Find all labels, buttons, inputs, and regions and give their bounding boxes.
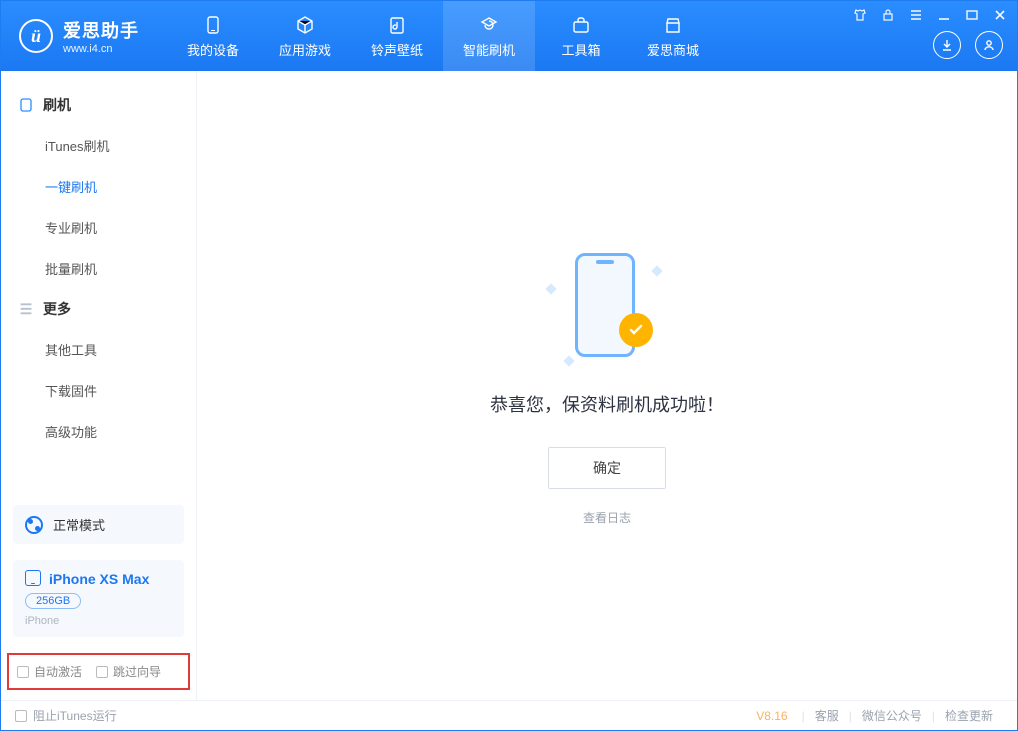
- store-icon: [662, 14, 684, 36]
- tab-label: 应用游戏: [279, 40, 331, 59]
- checkbox-label: 跳过向导: [113, 663, 161, 680]
- main-panel: 恭喜您，保资料刷机成功啦！ 确定 查看日志: [197, 71, 1017, 700]
- status-bar: 阻止iTunes运行 V8.16 | 客服 | 微信公众号 | 检查更新: [1, 700, 1017, 730]
- tab-store[interactable]: 爱思商城: [627, 1, 719, 71]
- footer-link-update[interactable]: 检查更新: [935, 707, 1003, 724]
- footer-link-support[interactable]: 客服: [805, 707, 849, 724]
- tab-ringtones[interactable]: 铃声壁纸: [351, 1, 443, 71]
- check-badge-icon: [619, 313, 653, 347]
- checkbox-auto-activate[interactable]: 自动激活: [17, 663, 82, 680]
- tab-label: 我的设备: [187, 40, 239, 59]
- toolbox-icon: [570, 14, 592, 36]
- group-title: 刷机: [43, 95, 71, 115]
- logo: ü 爱思助手 www.i4.cn: [1, 17, 157, 55]
- tab-toolbox[interactable]: 工具箱: [535, 1, 627, 71]
- sidebar: 刷机 iTunes刷机 一键刷机 专业刷机 批量刷机 ☰ 更多 其他工具 下载固…: [1, 71, 197, 700]
- tab-smart-flash[interactable]: 智能刷机: [443, 1, 535, 71]
- minimize-button[interactable]: [935, 7, 953, 23]
- version-label: V8.16: [756, 709, 787, 723]
- sidebar-group-more: ☰ 更多: [1, 289, 196, 329]
- device-type: iPhone: [25, 615, 172, 627]
- footer-link-wechat[interactable]: 微信公众号: [852, 707, 932, 724]
- checkbox-label: 自动激活: [34, 663, 82, 680]
- system-buttons: [851, 7, 1009, 23]
- sidebar-item-oneclick-flash[interactable]: 一键刷机: [1, 166, 196, 207]
- menu-icon[interactable]: [907, 7, 925, 23]
- user-button[interactable]: [975, 31, 1003, 59]
- device-capacity: 256GB: [25, 593, 81, 609]
- sidebar-item-advanced[interactable]: 高级功能: [1, 411, 196, 452]
- device-card[interactable]: iPhone XS Max 256GB iPhone: [13, 560, 184, 637]
- tab-label: 工具箱: [561, 40, 600, 59]
- checkbox-skip-guide[interactable]: 跳过向导: [96, 663, 161, 680]
- ok-button[interactable]: 确定: [548, 447, 666, 489]
- success-message: 恭喜您，保资料刷机成功啦！: [490, 391, 724, 417]
- phone-icon: [19, 98, 33, 112]
- list-icon: ☰: [19, 301, 33, 318]
- shirt-icon[interactable]: [851, 7, 869, 23]
- group-title: 更多: [43, 299, 71, 319]
- cube-icon: [294, 14, 316, 36]
- mode-icon: [25, 516, 43, 534]
- device-phone-icon: [25, 570, 41, 586]
- lock-icon[interactable]: [879, 7, 897, 23]
- close-button[interactable]: [991, 7, 1009, 23]
- logo-icon: ü: [19, 19, 53, 53]
- tab-label: 智能刷机: [463, 40, 515, 59]
- app-name: 爱思助手: [63, 17, 139, 43]
- device-icon: [202, 14, 224, 36]
- tab-apps[interactable]: 应用游戏: [259, 1, 351, 71]
- note-icon: [386, 14, 408, 36]
- download-button[interactable]: [933, 31, 961, 59]
- app-url: www.i4.cn: [63, 43, 139, 55]
- sidebar-item-other-tools[interactable]: 其他工具: [1, 329, 196, 370]
- nav-tabs: 我的设备 应用游戏 铃声壁纸 智能刷机 工具箱 爱思商城: [167, 1, 719, 71]
- sidebar-item-pro-flash[interactable]: 专业刷机: [1, 207, 196, 248]
- checkbox-label: 阻止iTunes运行: [33, 707, 117, 724]
- app-window: ü 爱思助手 www.i4.cn 我的设备 应用游戏 铃声壁纸 智能刷机: [0, 0, 1018, 731]
- options-highlight-box: 自动激活 跳过向导: [7, 653, 190, 690]
- title-bar: ü 爱思助手 www.i4.cn 我的设备 应用游戏 铃声壁纸 智能刷机: [1, 1, 1017, 71]
- tab-label: 铃声壁纸: [371, 40, 423, 59]
- view-log-link[interactable]: 查看日志: [583, 509, 631, 526]
- mode-label: 正常模式: [53, 515, 105, 534]
- sidebar-group-flash: 刷机: [1, 85, 196, 125]
- sidebar-item-itunes-flash[interactable]: iTunes刷机: [1, 125, 196, 166]
- body: 刷机 iTunes刷机 一键刷机 专业刷机 批量刷机 ☰ 更多 其他工具 下载固…: [1, 71, 1017, 700]
- device-name: iPhone XS Max: [49, 571, 149, 587]
- sidebar-item-download-fw[interactable]: 下载固件: [1, 370, 196, 411]
- success-illustration: [547, 245, 667, 365]
- checkbox-block-itunes[interactable]: 阻止iTunes运行: [15, 707, 117, 724]
- maximize-button[interactable]: [963, 7, 981, 23]
- refresh-icon: [478, 14, 500, 36]
- mode-card[interactable]: 正常模式: [13, 505, 184, 544]
- header-actions: [933, 31, 1003, 59]
- sidebar-item-batch-flash[interactable]: 批量刷机: [1, 248, 196, 289]
- tab-my-device[interactable]: 我的设备: [167, 1, 259, 71]
- tab-label: 爱思商城: [647, 40, 699, 59]
